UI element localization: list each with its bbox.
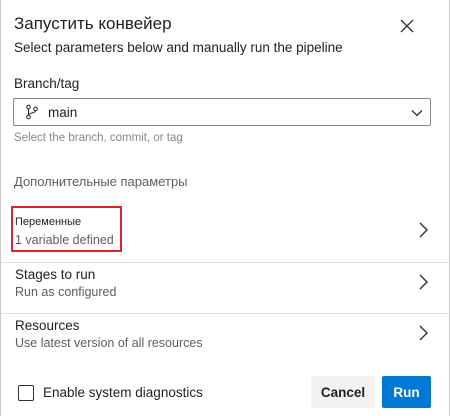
advanced-options-heading: Дополнительные параметры bbox=[14, 174, 188, 189]
close-icon bbox=[400, 19, 414, 33]
branch-value: main bbox=[48, 105, 78, 120]
row-subtitle: Run as configured bbox=[15, 285, 117, 299]
branch-hint: Select the branch, commit, or tag bbox=[14, 132, 183, 144]
highlight-box bbox=[11, 206, 122, 252]
chevron-right-icon bbox=[419, 222, 428, 238]
branch-label: Branch/tag bbox=[14, 76, 80, 91]
system-diagnostics-checkbox[interactable] bbox=[18, 385, 34, 401]
close-button[interactable] bbox=[397, 16, 417, 36]
chevron-right-icon bbox=[419, 325, 428, 341]
system-diagnostics-label[interactable]: Enable system diagnostics bbox=[43, 385, 203, 400]
row-subtitle: Use latest version of all resources bbox=[15, 336, 203, 350]
row-title: Stages to run bbox=[15, 267, 96, 282]
row-title: Resources bbox=[15, 318, 80, 333]
dialog-title: Запустить конвейер bbox=[14, 14, 172, 33]
cancel-button[interactable]: Cancel bbox=[311, 376, 375, 408]
run-pipeline-panel: Запустить конвейер Select parameters bel… bbox=[0, 0, 450, 416]
dialog-subtitle: Select parameters below and manually run… bbox=[14, 40, 343, 55]
stages-to-run-row[interactable]: Stages to run Run as configured bbox=[1, 262, 449, 312]
run-button[interactable]: Run bbox=[382, 376, 431, 408]
chevron-right-icon bbox=[419, 274, 428, 290]
git-branch-icon bbox=[26, 104, 38, 120]
chevron-down-icon bbox=[411, 110, 423, 117]
resources-row[interactable]: Resources Use latest version of all reso… bbox=[1, 313, 449, 363]
branch-dropdown[interactable]: main bbox=[13, 98, 431, 126]
